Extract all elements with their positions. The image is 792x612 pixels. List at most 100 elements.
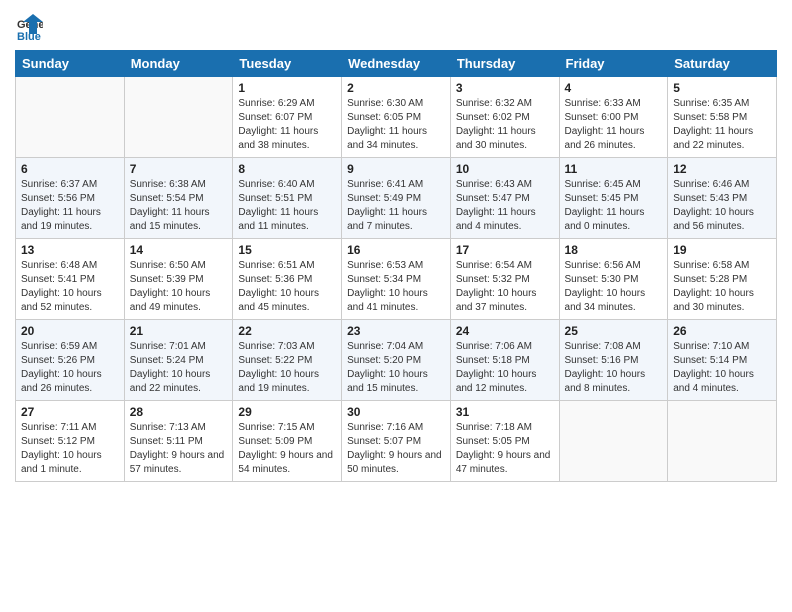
calendar-header-row: SundayMondayTuesdayWednesdayThursdayFrid… [16,51,777,77]
weekday-header: Thursday [450,51,559,77]
day-info: Sunrise: 6:48 AM Sunset: 5:41 PM Dayligh… [21,259,119,315]
calendar-cell: 28 Sunrise: 7:13 AM Sunset: 5:11 PM Dayli… [124,401,233,482]
day-info: Sunrise: 7:13 AM Sunset: 5:11 PM Dayligh… [130,421,228,477]
day-info: Sunrise: 7:15 AM Sunset: 5:09 PM Dayligh… [238,421,336,477]
calendar-cell: 14 Sunrise: 6:50 AM Sunset: 5:39 PM Dayli… [124,239,233,320]
day-number: 3 [456,81,554,95]
day-info: Sunrise: 6:56 AM Sunset: 5:30 PM Dayligh… [565,259,663,315]
calendar-cell: 1 Sunrise: 6:29 AM Sunset: 6:07 PM Daylig… [233,77,342,158]
weekday-header: Saturday [668,51,777,77]
day-number: 23 [347,324,445,338]
calendar-cell [16,77,125,158]
calendar-cell: 2 Sunrise: 6:30 AM Sunset: 6:05 PM Daylig… [342,77,451,158]
day-info: Sunrise: 6:40 AM Sunset: 5:51 PM Dayligh… [238,178,336,234]
day-number: 27 [21,405,119,419]
calendar-cell: 10 Sunrise: 6:43 AM Sunset: 5:47 PM Dayli… [450,158,559,239]
day-info: Sunrise: 6:58 AM Sunset: 5:28 PM Dayligh… [673,259,771,315]
calendar-cell: 21 Sunrise: 7:01 AM Sunset: 5:24 PM Dayli… [124,320,233,401]
calendar-cell: 22 Sunrise: 7:03 AM Sunset: 5:22 PM Dayli… [233,320,342,401]
day-number: 5 [673,81,771,95]
day-info: Sunrise: 7:11 AM Sunset: 5:12 PM Dayligh… [21,421,119,477]
day-number: 29 [238,405,336,419]
calendar-cell: 7 Sunrise: 6:38 AM Sunset: 5:54 PM Daylig… [124,158,233,239]
day-info: Sunrise: 7:03 AM Sunset: 5:22 PM Dayligh… [238,340,336,396]
calendar-cell: 15Sunrise: 6:51 AM Sunset: 5:36 PM Dayli… [233,239,342,320]
calendar-cell: 24Sunrise: 7:06 AM Sunset: 5:18 PM Dayli… [450,320,559,401]
weekday-header: Monday [124,51,233,77]
calendar-cell: 27 Sunrise: 7:11 AM Sunset: 5:12 PM Dayli… [16,401,125,482]
day-info: Sunrise: 6:54 AM Sunset: 5:32 PM Dayligh… [456,259,554,315]
day-number: 1 [238,81,336,95]
calendar-cell: 19 Sunrise: 6:58 AM Sunset: 5:28 PM Dayli… [668,239,777,320]
day-number: 22 [238,324,336,338]
calendar-week-row: 27 Sunrise: 7:11 AM Sunset: 5:12 PM Dayli… [16,401,777,482]
calendar-cell: 17Sunrise: 6:54 AM Sunset: 5:32 PM Dayli… [450,239,559,320]
day-info: Sunrise: 6:35 AM Sunset: 5:58 PM Dayligh… [673,97,771,153]
day-info: Sunrise: 7:04 AM Sunset: 5:20 PM Dayligh… [347,340,445,396]
day-number: 7 [130,162,228,176]
day-number: 21 [130,324,228,338]
calendar-week-row: 6 Sunrise: 6:37 AM Sunset: 5:56 PM Daylig… [16,158,777,239]
day-number: 14 [130,243,228,257]
day-info: Sunrise: 6:37 AM Sunset: 5:56 PM Dayligh… [21,178,119,234]
calendar-cell: 3 Sunrise: 6:32 AM Sunset: 6:02 PM Daylig… [450,77,559,158]
day-info: Sunrise: 6:50 AM Sunset: 5:39 PM Dayligh… [130,259,228,315]
day-number: 13 [21,243,119,257]
day-info: Sunrise: 6:41 AM Sunset: 5:49 PM Dayligh… [347,178,445,234]
day-info: Sunrise: 7:10 AM Sunset: 5:14 PM Dayligh… [673,340,771,396]
day-info: Sunrise: 6:51 AM Sunset: 5:36 PM Dayligh… [238,259,336,315]
svg-text:Blue: Blue [17,31,41,42]
calendar-cell: 23 Sunrise: 7:04 AM Sunset: 5:20 PM Dayli… [342,320,451,401]
day-number: 2 [347,81,445,95]
day-info: Sunrise: 6:43 AM Sunset: 5:47 PM Dayligh… [456,178,554,234]
calendar-cell: 18 Sunrise: 6:56 AM Sunset: 5:30 PM Dayli… [559,239,668,320]
day-info: Sunrise: 7:18 AM Sunset: 5:05 PM Dayligh… [456,421,554,477]
calendar-week-row: 13 Sunrise: 6:48 AM Sunset: 5:41 PM Dayli… [16,239,777,320]
day-number: 4 [565,81,663,95]
day-number: 9 [347,162,445,176]
day-number: 20 [21,324,119,338]
day-info: Sunrise: 6:30 AM Sunset: 6:05 PM Dayligh… [347,97,445,153]
calendar-cell: 31 Sunrise: 7:18 AM Sunset: 5:05 PM Dayli… [450,401,559,482]
logo-icon: General Blue [15,14,43,42]
weekday-header: Tuesday [233,51,342,77]
weekday-header: Sunday [16,51,125,77]
calendar-cell: 13 Sunrise: 6:48 AM Sunset: 5:41 PM Dayli… [16,239,125,320]
calendar-cell: 11Sunrise: 6:45 AM Sunset: 5:45 PM Dayli… [559,158,668,239]
page: General Blue SundayMondayTuesdayWednesda… [0,0,792,612]
day-info: Sunrise: 7:16 AM Sunset: 5:07 PM Dayligh… [347,421,445,477]
calendar-cell: 26 Sunrise: 7:10 AM Sunset: 5:14 PM Dayli… [668,320,777,401]
calendar-cell: 6 Sunrise: 6:37 AM Sunset: 5:56 PM Daylig… [16,158,125,239]
day-number: 6 [21,162,119,176]
calendar-cell: 29 Sunrise: 7:15 AM Sunset: 5:09 PM Dayli… [233,401,342,482]
calendar-cell [559,401,668,482]
day-info: Sunrise: 6:38 AM Sunset: 5:54 PM Dayligh… [130,178,228,234]
day-info: Sunrise: 7:01 AM Sunset: 5:24 PM Dayligh… [130,340,228,396]
day-number: 10 [456,162,554,176]
day-number: 30 [347,405,445,419]
day-number: 18 [565,243,663,257]
day-number: 19 [673,243,771,257]
day-info: Sunrise: 6:45 AM Sunset: 5:45 PM Dayligh… [565,178,663,234]
day-info: Sunrise: 6:59 AM Sunset: 5:26 PM Dayligh… [21,340,119,396]
calendar-table: SundayMondayTuesdayWednesdayThursdayFrid… [15,50,777,482]
calendar-cell: 4Sunrise: 6:33 AM Sunset: 6:00 PM Daylig… [559,77,668,158]
calendar-cell: 20 Sunrise: 6:59 AM Sunset: 5:26 PM Dayli… [16,320,125,401]
day-number: 26 [673,324,771,338]
calendar-cell [124,77,233,158]
calendar-week-row: 20 Sunrise: 6:59 AM Sunset: 5:26 PM Dayli… [16,320,777,401]
weekday-header: Wednesday [342,51,451,77]
day-info: Sunrise: 6:29 AM Sunset: 6:07 PM Dayligh… [238,97,336,153]
day-info: Sunrise: 6:32 AM Sunset: 6:02 PM Dayligh… [456,97,554,153]
day-info: Sunrise: 6:46 AM Sunset: 5:43 PM Dayligh… [673,178,771,234]
day-number: 28 [130,405,228,419]
day-number: 24 [456,324,554,338]
day-info: Sunrise: 7:08 AM Sunset: 5:16 PM Dayligh… [565,340,663,396]
day-number: 25 [565,324,663,338]
day-info: Sunrise: 6:53 AM Sunset: 5:34 PM Dayligh… [347,259,445,315]
calendar-cell: 16Sunrise: 6:53 AM Sunset: 5:34 PM Dayli… [342,239,451,320]
day-number: 31 [456,405,554,419]
calendar-cell: 30 Sunrise: 7:16 AM Sunset: 5:07 PM Dayli… [342,401,451,482]
calendar-cell: 8Sunrise: 6:40 AM Sunset: 5:51 PM Daylig… [233,158,342,239]
day-number: 12 [673,162,771,176]
